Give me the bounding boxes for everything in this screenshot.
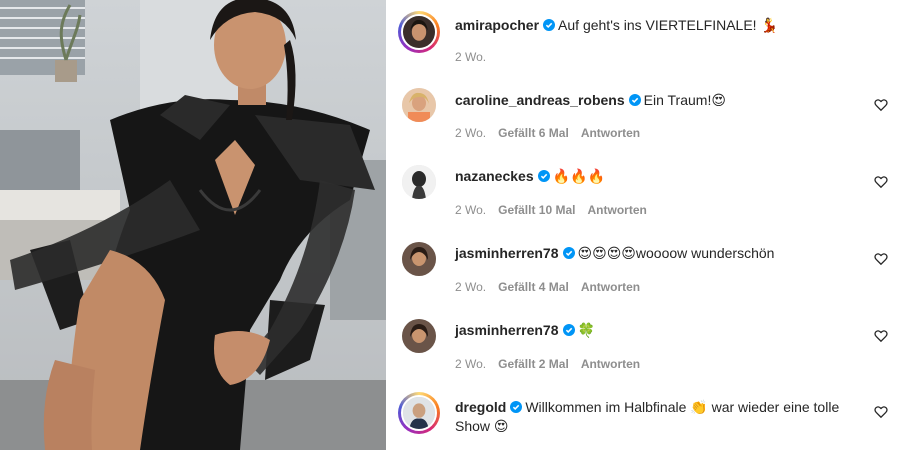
comment-emoji: 😍😍😍😍 [577, 246, 636, 262]
likes-count[interactable]: Gefällt 2 Mal [498, 357, 569, 371]
comment-emoji: 🔥🔥🔥 [552, 169, 605, 185]
comment-line: jasminherren78 😍😍😍😍woooow wunderschön [455, 244, 860, 263]
verified-badge-icon [628, 94, 641, 106]
caption-meta: 2 Wo. [455, 50, 498, 64]
likes-count[interactable]: Gefällt 10 Mal [498, 203, 575, 217]
comments-panel: amirapocher Auf geht's ins VIERTELFINALE!… [386, 0, 900, 450]
comment-text: Ein Traum! [643, 92, 712, 108]
comment-meta: 2 Wo. Gefällt 6 Mal Antworten [455, 126, 652, 140]
comment-emoji: 😍 [711, 93, 726, 109]
verified-badge-icon [543, 19, 556, 31]
timestamp[interactable]: 2 Wo. [455, 126, 486, 140]
heart-outline-icon[interactable] [874, 405, 888, 419]
avatar[interactable] [398, 392, 440, 434]
heart-outline-icon[interactable] [874, 98, 888, 112]
verified-badge-icon [562, 324, 575, 336]
comment-line: jasminherren78 🍀 [455, 321, 860, 340]
comment-line: dregold Willkommen im Halbfinale 👏 war wi… [455, 398, 860, 436]
avatar[interactable] [402, 319, 436, 353]
comment-meta: 2 Wo. Gefällt 4 Mal Antworten [455, 280, 652, 294]
caption-text: Auf geht's ins VIERTELFINALE! [558, 17, 761, 33]
likes-count[interactable]: Gefällt 6 Mal [498, 126, 569, 140]
post-photo[interactable] [0, 0, 386, 450]
timestamp[interactable]: 2 Wo. [455, 50, 486, 64]
verified-badge-icon [537, 170, 550, 182]
timestamp[interactable]: 2 Wo. [455, 203, 486, 217]
avatar[interactable] [402, 88, 436, 122]
photo-illustration [0, 0, 386, 450]
verified-badge-icon [510, 401, 523, 413]
comment-line: caroline_andreas_robens Ein Traum!😍 [455, 91, 860, 110]
comment-emoji: 👏 [690, 400, 708, 416]
caption-emoji: 💃 [760, 18, 778, 34]
reply-button[interactable]: Antworten [588, 203, 647, 217]
username[interactable]: nazaneckes [455, 168, 534, 184]
username[interactable]: amirapocher [455, 17, 539, 33]
heart-outline-icon[interactable] [874, 175, 888, 189]
heart-outline-icon[interactable] [874, 329, 888, 343]
comment-emoji: 😍 [493, 419, 509, 435]
avatar[interactable] [402, 165, 436, 199]
comment-text: Willkommen im Halbfinale [525, 399, 691, 415]
comment-meta: 2 Wo. Gefällt 10 Mal Antworten [455, 203, 659, 217]
caption-line: amirapocher Auf geht's ins VIERTELFINALE!… [455, 16, 860, 35]
reply-button[interactable]: Antworten [581, 280, 640, 294]
reply-button[interactable]: Antworten [581, 357, 640, 371]
reply-button[interactable]: Antworten [581, 126, 640, 140]
timestamp[interactable]: 2 Wo. [455, 357, 486, 371]
comment-line: nazaneckes 🔥🔥🔥 [455, 167, 860, 186]
comment-text: woooow wunderschön [635, 245, 775, 261]
username[interactable]: dregold [455, 399, 506, 415]
verified-badge-icon [562, 247, 575, 259]
heart-outline-icon[interactable] [874, 252, 888, 266]
comment-meta: 2 Wo. Gefällt 2 Mal Antworten [455, 357, 652, 371]
avatar[interactable] [402, 242, 436, 276]
username[interactable]: caroline_andreas_robens [455, 92, 625, 108]
username[interactable]: jasminherren78 [455, 245, 559, 261]
comment-emoji: 🍀 [577, 323, 595, 339]
avatar[interactable] [398, 11, 440, 53]
username[interactable]: jasminherren78 [455, 322, 559, 338]
timestamp[interactable]: 2 Wo. [455, 280, 486, 294]
likes-count[interactable]: Gefällt 4 Mal [498, 280, 569, 294]
